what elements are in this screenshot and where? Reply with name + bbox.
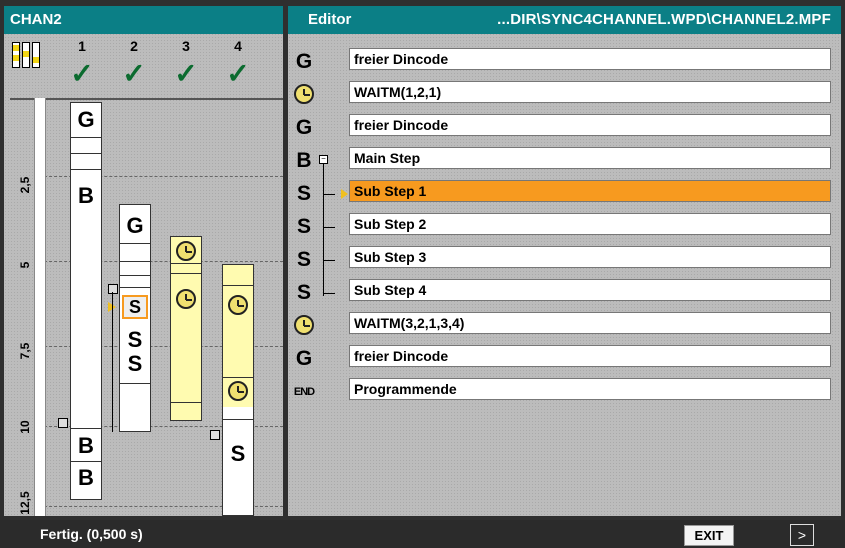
segment-divider	[120, 243, 150, 244]
channel-2-block-s[interactable]: S	[120, 351, 150, 377]
segment-divider	[120, 261, 150, 262]
channel-4-column[interactable]: S	[222, 264, 254, 516]
segment-divider	[171, 402, 201, 403]
segment-divider	[120, 287, 150, 288]
channel-1-block-b[interactable]: B	[71, 433, 101, 459]
segment-divider	[223, 419, 253, 420]
tree-line	[323, 164, 324, 296]
g-block-icon: G	[295, 50, 313, 73]
channel-2-check-icon: ✓	[122, 58, 146, 89]
program-line[interactable]: Sub Step 2	[349, 213, 831, 235]
segment-divider	[223, 377, 253, 378]
channel-1-column[interactable]: G B B B	[70, 102, 102, 500]
segment-divider	[120, 275, 150, 276]
channel-number-3: 3	[182, 38, 190, 54]
segment-divider	[71, 169, 101, 170]
channel-levels-icon[interactable]	[12, 42, 52, 72]
channel-1-block-b[interactable]: B	[71, 183, 101, 209]
channel-1-block-b[interactable]: B	[71, 465, 101, 491]
channel-1-block-g[interactable]: G	[71, 107, 101, 133]
collapse-icon[interactable]: −	[319, 155, 328, 164]
exit-button[interactable]: EXIT	[684, 525, 734, 546]
b-block-icon: B	[296, 149, 312, 172]
tree-branch	[323, 293, 335, 294]
end-block-icon: END	[293, 386, 315, 398]
wait-clock-icon	[294, 315, 314, 335]
channel-3-wait-clock-icon[interactable]	[176, 289, 196, 309]
s-block-icon: S	[296, 248, 311, 271]
channel-3-check-icon: ✓	[174, 58, 198, 89]
status-message: Fertig. (0,500 s)	[40, 526, 143, 542]
channel-number-2: 2	[130, 38, 138, 54]
segment-divider	[171, 273, 201, 274]
y-tick-label: 12,5	[18, 491, 32, 515]
tree-branch	[323, 227, 335, 228]
editor-pane: Editor ...DIR\SYNC4CHANNEL.WPD\CHANNEL2.…	[288, 6, 841, 516]
program-line[interactable]: freier Dincode	[349, 48, 831, 70]
current-step-marker-icon	[341, 189, 348, 199]
channel-1-bracket	[58, 418, 68, 428]
segment-divider	[171, 263, 201, 264]
channel-number-4: 4	[234, 38, 242, 54]
y-tick-label: 5	[18, 261, 32, 269]
channel-1-check-icon: ✓	[70, 58, 94, 89]
program-line[interactable]: WAITM(1,2,1)	[349, 81, 831, 103]
channel-number-1: 1	[78, 38, 86, 54]
tree-branch	[323, 194, 335, 195]
segment-divider	[71, 153, 101, 154]
channel-4-wait-clock-icon[interactable]	[228, 381, 248, 401]
g-block-icon: G	[295, 347, 313, 370]
y-tick-label: 2,5	[18, 176, 32, 194]
channel-2-column[interactable]: G S S S	[119, 204, 151, 432]
segment-divider	[223, 285, 253, 286]
y-tick-label: 7,5	[18, 342, 32, 360]
channel-3-wait-clock-icon[interactable]	[176, 241, 196, 261]
s-block-icon: S	[296, 281, 311, 304]
program-line[interactable]: Main Step	[349, 147, 831, 169]
program-line[interactable]: Programmende	[349, 378, 831, 400]
segment-divider	[71, 461, 101, 462]
editor-file-path: ...DIR\SYNC4CHANNEL.WPD\CHANNEL2.MPF	[497, 11, 831, 28]
wait-clock-icon	[294, 84, 314, 104]
channel-overview-pane: CHAN2 1 2 3 4 ✓ ✓ ✓ ✓ 2,5 5 7,5 10 12,5 …	[4, 6, 283, 516]
program-line[interactable]: Sub Step 3	[349, 246, 831, 268]
segment-divider	[71, 428, 101, 429]
channel-2-tree-line	[112, 292, 113, 432]
editor-title-bar: Editor ...DIR\SYNC4CHANNEL.WPD\CHANNEL2.…	[288, 6, 841, 34]
channel-2-block-s: S	[128, 297, 141, 317]
channel-4-block-s[interactable]: S	[223, 441, 253, 467]
channel-4-check-icon: ✓	[226, 58, 250, 89]
segment-divider	[71, 137, 101, 138]
time-axis	[34, 98, 46, 516]
channel-title: CHAN2	[10, 11, 62, 28]
tree-branch	[323, 260, 335, 261]
g-block-icon: G	[295, 116, 313, 139]
program-line[interactable]: freier Dincode	[349, 114, 831, 136]
channel-4-bracket	[210, 430, 220, 440]
channel-2-selected-sub-step[interactable]: S	[122, 295, 148, 319]
program-line-selected[interactable]: Sub Step 1	[349, 180, 831, 202]
segment-divider	[120, 383, 150, 384]
channel-title-bar: CHAN2	[4, 6, 283, 34]
program-line[interactable]: WAITM(3,2,1,3,4)	[349, 312, 831, 334]
channel-4-step-area: S	[223, 407, 253, 515]
program-line[interactable]: Sub Step 4	[349, 279, 831, 301]
program-line[interactable]: freier Dincode	[349, 345, 831, 367]
channel-2-block-s[interactable]: S	[120, 327, 150, 353]
channel-2-block-g[interactable]: G	[120, 213, 150, 239]
channel-4-wait-clock-icon[interactable]	[228, 295, 248, 315]
s-block-icon: S	[296, 215, 311, 238]
s-block-icon: S	[296, 182, 311, 205]
editor-title: Editor	[308, 11, 352, 28]
next-page-button[interactable]: >	[790, 524, 814, 546]
y-tick-label: 10	[18, 420, 32, 434]
channel-2-bracket	[108, 284, 118, 294]
channel-3-column[interactable]	[170, 236, 202, 421]
header-separator	[10, 98, 283, 100]
